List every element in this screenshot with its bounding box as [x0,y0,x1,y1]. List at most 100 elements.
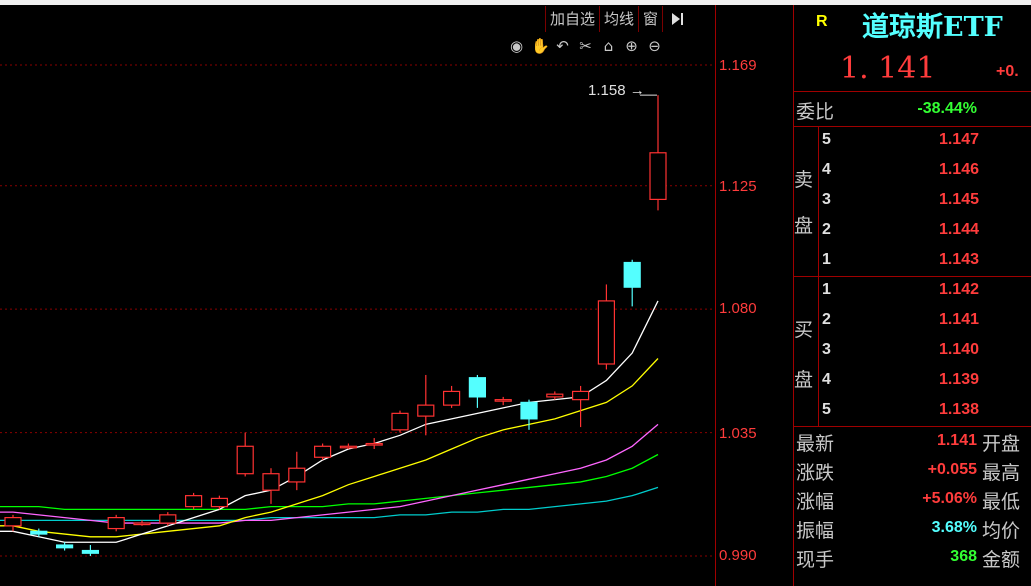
ma30-line [0,453,659,511]
r-badge: R [816,13,828,30]
stat-label: 最新 [796,433,835,455]
stat-label: 振幅 [796,520,835,542]
stat-value: 1.141 [936,432,977,449]
zoom-in-icon[interactable]: ⊕ [623,38,640,55]
weibi-value: -38.44% [917,100,977,117]
sell-label: 盘 [794,215,814,237]
stat-value: 368 [950,548,977,565]
divider [794,126,1031,127]
candle-body [365,442,383,446]
stat-right-label: 开盘 [982,433,1021,455]
buy-price[interactable]: 1.138 [939,401,979,419]
candle-body [314,445,332,458]
y-tick: 1.125 [719,178,757,195]
stat-right-label: 金额 [982,549,1021,571]
candle-body [571,390,590,401]
y-tick: 1.080 [719,300,757,317]
candle-body [133,522,151,526]
sell-label: 卖 [794,169,814,191]
buy-price[interactable]: 1.142 [939,281,979,299]
quote-panel: R 道琼斯ETF 1. 141 +0. 委比 -38.44% 卖 盘 5 1.1… [794,5,1031,586]
ma-lines-button[interactable]: 均线 [599,6,638,32]
divider [794,426,1031,427]
buy-level: 1 [822,281,831,298]
buy-label: 买 [794,319,814,341]
buy-level: 5 [822,401,831,418]
candle-body [649,152,667,201]
panel-collapse-icon[interactable] [662,6,691,32]
candle-body [107,516,125,530]
stat-right-label: 均价 [982,520,1021,542]
candle-body [262,473,280,491]
buy-level: 4 [822,371,831,388]
candle-body [391,412,409,431]
chart-tools: ◉ ✋ ↶ ✂ ⌂ ⊕ ⊖ [508,38,663,55]
sell-price[interactable]: 1.144 [939,221,979,239]
hand-icon[interactable]: ✋ [531,38,550,55]
sell-level: 3 [822,191,831,208]
candle-body [546,393,564,398]
scissors-icon[interactable]: ✂ [577,38,594,55]
add-watchlist-button[interactable]: 加自选 [545,6,599,32]
y-tick: 1.035 [719,425,757,442]
security-name: 道琼斯ETF [862,12,1003,43]
price-change: +0. [996,63,1019,80]
stat-value: 3.68% [931,519,977,536]
window-button[interactable]: 窗 [638,6,662,32]
candle-body [159,514,177,524]
buy-level: 3 [822,341,831,358]
candle-body [288,467,306,483]
sell-level: 5 [822,131,831,148]
stat-label: 现手 [796,549,835,571]
buy-label: 盘 [794,369,814,391]
buy-price[interactable]: 1.140 [939,341,979,359]
stat-right-label: 最高 [982,462,1021,484]
sell-price[interactable]: 1.145 [939,191,979,209]
candle-body [4,516,22,527]
axis-divider [715,5,716,586]
buy-price[interactable]: 1.141 [939,311,979,329]
sell-price[interactable]: 1.146 [939,161,979,179]
candle-body [210,497,228,508]
candle-body [339,445,357,449]
sell-price[interactable]: 1.143 [939,251,979,269]
candle-body [30,530,48,535]
candle-body [236,445,254,475]
sell-level: 1 [822,251,831,268]
weibi-label: 委比 [796,101,835,123]
candle-body [494,399,512,402]
divider [818,126,819,276]
high-price-label: 1.158 → [588,82,645,99]
buy-level: 2 [822,311,831,328]
ma20-line [0,423,659,524]
divider [794,91,1031,92]
stat-right-label: 最低 [982,491,1021,513]
candle-body [468,377,486,398]
stat-value: +0.055 [927,461,977,478]
last-price: 1. 141 [840,51,936,86]
eye-icon[interactable]: ◉ [508,38,525,55]
zoom-out-icon[interactable]: ⊖ [646,38,663,55]
divider [794,276,1031,277]
stat-value: +5.06% [922,490,977,507]
candle-body [520,401,538,420]
y-tick: 0.990 [719,547,757,564]
buy-price[interactable]: 1.139 [939,371,979,389]
candle-body [597,300,616,365]
undo-icon[interactable]: ↶ [554,38,571,55]
stat-label: 涨跌 [796,462,835,484]
candle-body [81,549,100,554]
candle-body [185,495,203,508]
divider [818,276,819,426]
price-axis: 1.169 1.125 1.080 1.035 0.990 [715,5,793,586]
sell-price[interactable]: 1.147 [939,131,979,149]
candle-body [443,390,461,406]
sell-level: 2 [822,221,831,238]
candle-body [623,261,641,288]
chart-toolbar: 加自选 均线 窗 [545,6,691,32]
y-tick: 1.169 [719,57,757,74]
candle-body [55,544,74,549]
lock-icon[interactable]: ⌂ [600,38,617,55]
stat-label: 涨幅 [796,491,835,513]
candle-body [417,404,435,417]
